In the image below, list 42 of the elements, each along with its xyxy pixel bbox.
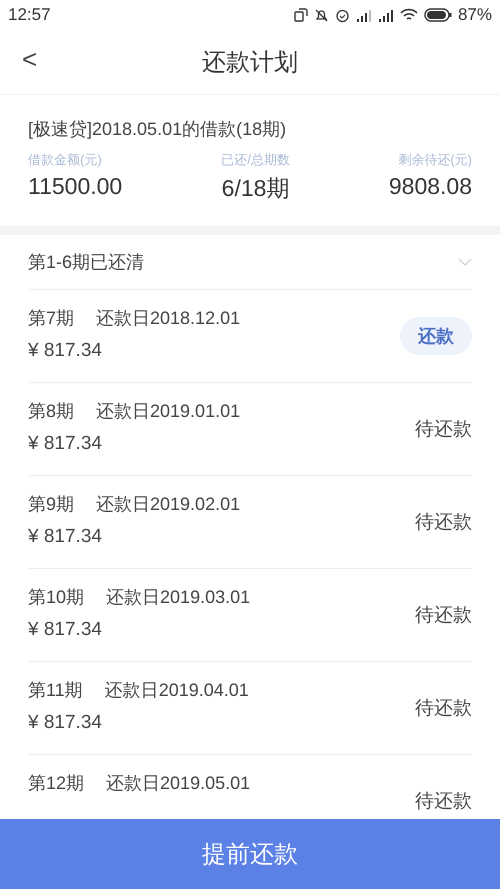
period-label: 第9期 <box>28 493 74 516</box>
stat-label: 已还/总期数 <box>221 151 290 169</box>
period-label: 第8期 <box>28 400 74 423</box>
paid-periods-toggle[interactable]: 第1-6期已还清 <box>28 235 472 290</box>
bell-muted-icon <box>314 8 329 22</box>
due-date: 还款日2019.03.01 <box>106 586 250 609</box>
page-title: 还款计划 <box>202 48 298 78</box>
amount: ¥ 817.34 <box>28 526 103 548</box>
loan-title: [极速贷]2018.05.01的借款(18期) <box>28 118 288 141</box>
status-text: 待还款 <box>415 790 472 814</box>
due-date: 还款日2019.02.01 <box>96 493 240 516</box>
amount: ¥ 817.34 <box>28 433 103 455</box>
period-label: 第7期 <box>28 307 74 330</box>
status-text: 待还款 <box>415 604 472 628</box>
amount: ¥ 817.34 <box>28 619 103 641</box>
stat-value: 11500.00 <box>28 173 122 200</box>
battery-icon <box>424 8 452 22</box>
status-text: 待还款 <box>415 697 472 721</box>
stat-label: 剩余待还(元) <box>398 151 472 169</box>
period-label: 第11期 <box>28 679 83 702</box>
wifi-icon <box>400 8 418 22</box>
stat-value: 9808.08 <box>388 173 472 200</box>
status-time: 12:57 <box>8 5 51 25</box>
back-button[interactable]: < <box>18 44 42 75</box>
repay-button[interactable]: 还款 <box>400 317 472 355</box>
due-date: 还款日2019.05.01 <box>106 772 250 795</box>
status-text: 待还款 <box>415 418 472 442</box>
signal-icon <box>378 8 394 22</box>
screen-rotation-icon <box>294 8 308 22</box>
status-text: 待还款 <box>415 511 472 535</box>
due-date: 还款日2019.04.01 <box>104 679 249 702</box>
period-label: 第10期 <box>28 586 84 609</box>
due-date: 还款日2018.12.01 <box>96 307 240 330</box>
amount: ¥ 817.34 <box>28 712 103 734</box>
period-label: 第12期 <box>28 772 84 795</box>
due-date: 还款日2019.01.01 <box>96 400 240 423</box>
amount: ¥ 817.34 <box>28 340 103 362</box>
stat-value: 6/18期 <box>222 174 290 203</box>
prepay-button[interactable]: 提前还款 <box>0 819 500 889</box>
battery-level: 87% <box>458 5 492 25</box>
signal-icon <box>356 8 372 22</box>
stat-label: 借款金额(元) <box>28 151 103 169</box>
